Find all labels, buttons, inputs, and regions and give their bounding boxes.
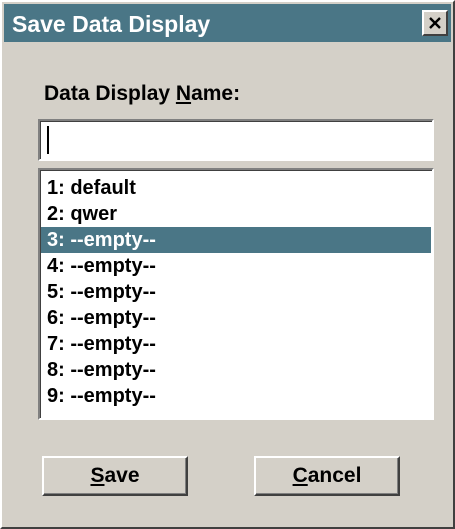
title-bar[interactable]: Save Data Display bbox=[4, 4, 451, 42]
list-item[interactable]: 9: --empty-- bbox=[41, 383, 431, 409]
list-item[interactable]: 3: --empty-- bbox=[41, 227, 431, 253]
cancel-button[interactable]: Cancel bbox=[254, 456, 400, 496]
data-display-name-input[interactable] bbox=[38, 119, 434, 161]
list-item[interactable]: 5: --empty-- bbox=[41, 279, 431, 305]
list-item[interactable]: 2: qwer bbox=[41, 201, 431, 227]
save-button[interactable]: Save bbox=[42, 456, 188, 496]
close-button[interactable] bbox=[422, 10, 448, 36]
close-icon bbox=[429, 17, 441, 29]
data-display-name-label: Data Display Name: bbox=[44, 82, 241, 105]
list-item[interactable]: 8: --empty-- bbox=[41, 357, 431, 383]
save-data-display-dialog: Save Data Display Data Display Name: 1: … bbox=[0, 0, 455, 529]
list-item[interactable]: 4: --empty-- bbox=[41, 253, 431, 279]
text-caret bbox=[47, 126, 49, 154]
list-item[interactable]: 7: --empty-- bbox=[41, 331, 431, 357]
list-item[interactable]: 1: default bbox=[41, 175, 431, 201]
list-item[interactable]: 6: --empty-- bbox=[41, 305, 431, 331]
window-title: Save Data Display bbox=[12, 11, 211, 37]
data-display-listbox[interactable]: 1: default 2: qwer 3: --empty-- 4: --empty-… bbox=[38, 168, 434, 420]
